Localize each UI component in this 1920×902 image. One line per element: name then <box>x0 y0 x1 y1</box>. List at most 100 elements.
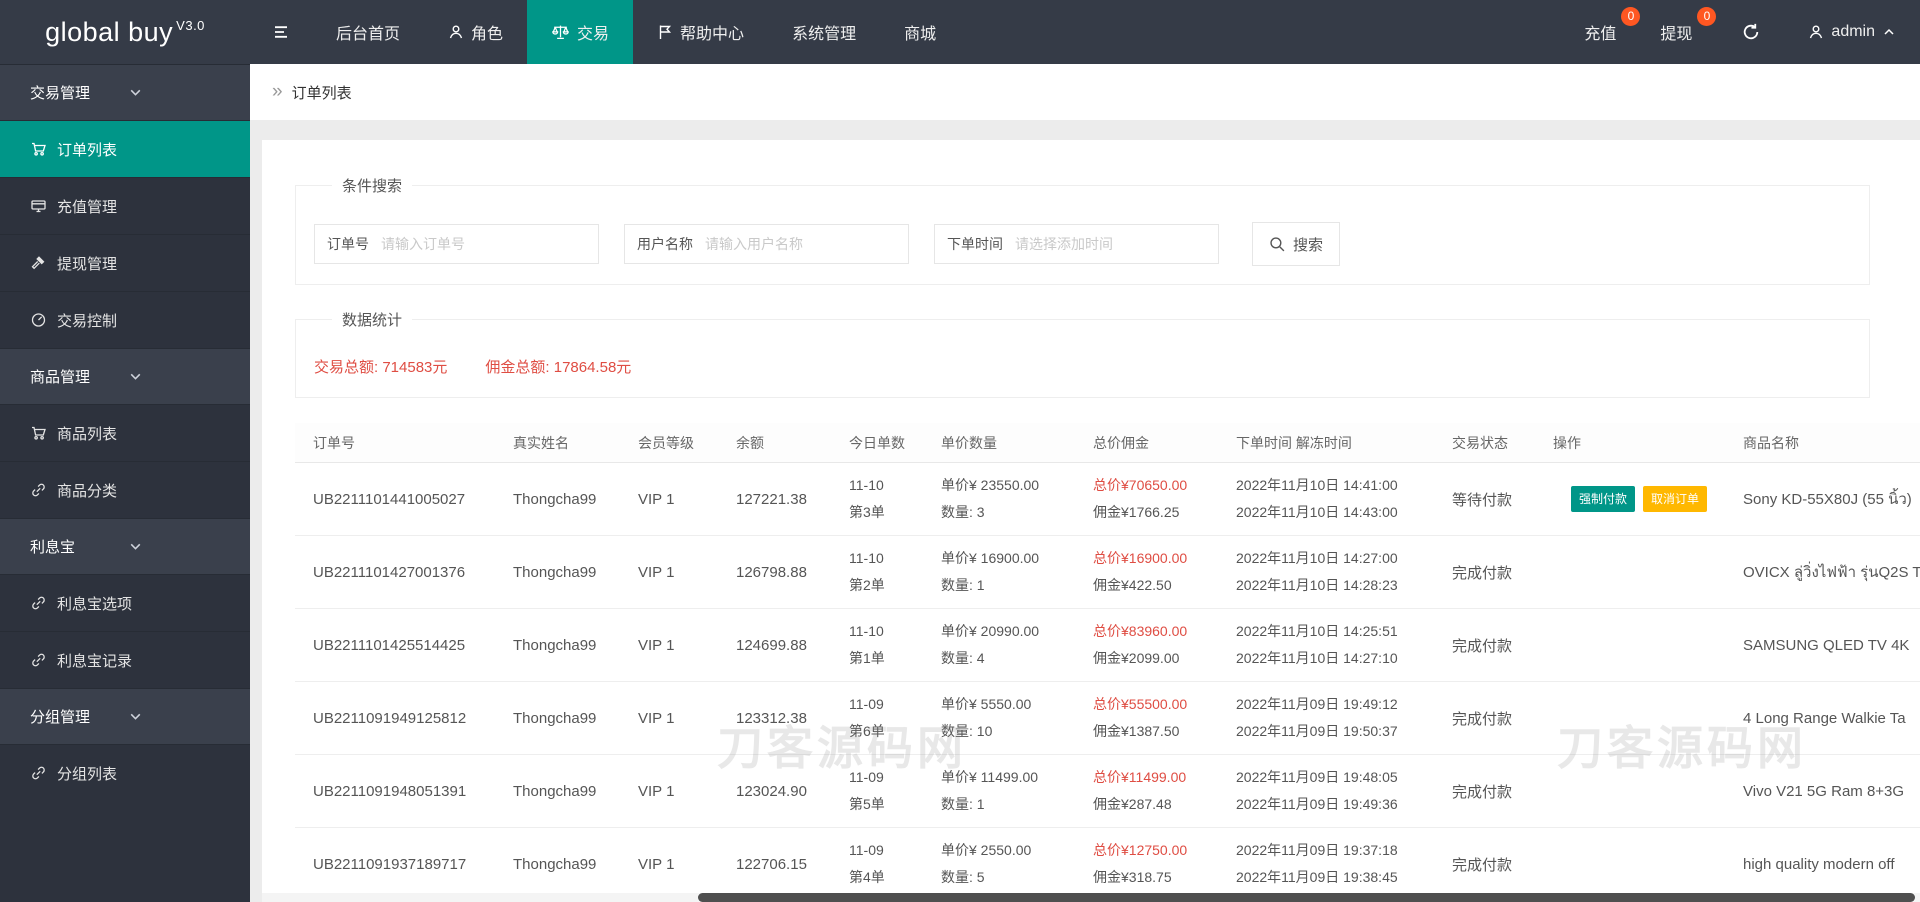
order-date: 11-09 <box>849 769 884 785</box>
user-name-input[interactable] <box>705 236 908 252</box>
total-commission-amount: 佣金总额: 17864.58元 <box>485 359 632 376</box>
chevron-up-icon <box>1882 25 1896 39</box>
sidebar-item-label: 商品列表 <box>57 425 118 443</box>
nav-item-dashboard[interactable]: 后台首页 <box>312 0 424 64</box>
sidebar-item-recharge-management[interactable]: 充值管理 <box>0 177 250 234</box>
link-icon <box>30 765 47 781</box>
order-date: 11-10 <box>849 550 884 566</box>
order-date: 11-10 <box>849 477 884 493</box>
page-title: 订单列表 <box>291 84 352 102</box>
cell-today-orders: 11-09 第4单 <box>831 828 923 900</box>
sidebar-item-label: 利息宝记录 <box>57 652 133 670</box>
cell-vip-level: VIP 1 <box>638 563 675 581</box>
brand-version: V3.0 <box>176 17 205 33</box>
sidebar-item-product-category[interactable]: 商品分类 <box>0 461 250 518</box>
sidebar-item-interest-options[interactable]: 利息宝选项 <box>0 574 250 631</box>
cancel-order-button[interactable]: 取消订单 <box>1643 486 1708 512</box>
user-name-field: 用户名称 <box>624 224 909 264</box>
nav-label: 帮助中心 <box>680 26 745 43</box>
nav-item-system-management[interactable]: 系统管理 <box>768 0 880 64</box>
order-date: 11-09 <box>849 696 884 712</box>
sidebar-item-interest-records[interactable]: 利息宝记录 <box>0 631 250 688</box>
cell-times: 2022年11月10日 14:25:51 2022年11月10日 14:27:1… <box>1218 609 1434 681</box>
gauge-icon <box>30 312 47 328</box>
group-label: 商品管理 <box>30 369 91 386</box>
day-order-index: 第3单 <box>849 504 885 520</box>
horizontal-scrollbar <box>262 893 1920 902</box>
order-time-input[interactable] <box>1015 236 1218 252</box>
withdraw-button[interactable]: 提现 0 <box>1642 0 1718 64</box>
user-menu[interactable]: admin <box>1784 0 1920 64</box>
cell-real-name: Thongcha99 <box>513 855 597 873</box>
day-order-index: 第6单 <box>849 723 885 739</box>
refresh-button[interactable] <box>1718 0 1784 64</box>
unfreeze-time: 2022年11月10日 14:27:10 <box>1236 650 1398 666</box>
order-time: 2022年11月09日 19:49:12 <box>1236 696 1398 712</box>
sidebar-group-product-management[interactable]: 商品管理 <box>0 348 250 404</box>
sidebar-item-order-list[interactable]: 订单列表 <box>0 120 250 177</box>
group-label: 利息宝 <box>30 539 76 556</box>
cart-icon <box>30 141 47 157</box>
order-time: 2022年11月10日 14:25:51 <box>1236 623 1398 639</box>
cell-balance: 122706.15 <box>736 855 807 873</box>
nav-item-help-center[interactable]: 帮助中心 <box>633 0 768 64</box>
col-balance: 余额 <box>736 434 764 451</box>
cell-balance: 124699.88 <box>736 636 807 654</box>
force-pay-button[interactable]: 强制付款 <box>1570 486 1635 512</box>
scrollbar-thumb[interactable] <box>698 893 1915 902</box>
table-row: UB2211101425514425 Thongcha99 VIP 1 1246… <box>295 609 1920 682</box>
cell-balance: 126798.88 <box>736 563 807 581</box>
row-actions: 强制付款 取消订单 <box>1535 463 1725 535</box>
nav-item-roles[interactable]: 角色 <box>424 0 527 64</box>
search-fieldset: 条件搜索 订单号 用户名称 下单时间 搜索 <box>295 175 1870 285</box>
cell-today-orders: 11-09 第6单 <box>831 682 923 754</box>
col-total-commission: 总价佣金 <box>1093 434 1149 451</box>
orders-table: 订单号 真实姓名 会员等级 余额 今日单数 单价数量 总价佣金 下单时间 解冻时… <box>295 423 1920 902</box>
sidebar-group-group-management[interactable]: 分组管理 <box>0 688 250 744</box>
group-label: 分组管理 <box>30 709 91 726</box>
cell-real-name: Thongcha99 <box>513 709 597 727</box>
brand-name: global buy <box>45 16 174 47</box>
cell-unit-price-qty: 单价¥ 2550.00 数量: 5 <box>923 828 1075 900</box>
order-time-field: 下单时间 <box>934 224 1219 264</box>
col-unit-price-qty: 单价数量 <box>941 434 997 451</box>
quantity: 数量: 1 <box>941 577 985 593</box>
cell-today-orders: 11-09 第5单 <box>831 755 923 827</box>
stats-legend: 数据统计 <box>342 312 403 329</box>
order-time: 2022年11月09日 19:48:05 <box>1236 769 1398 785</box>
nav-label: 角色 <box>471 26 504 43</box>
table-body: UB2211101441005027 Thongcha99 VIP 1 1272… <box>295 463 1920 902</box>
nav-item-trade[interactable]: 交易 <box>527 0 634 64</box>
person-icon <box>448 24 464 40</box>
row-actions <box>1535 536 1725 608</box>
search-button[interactable]: 搜索 <box>1252 222 1340 266</box>
sidebar-toggle-button[interactable] <box>250 0 312 64</box>
col-order-no: 订单号 <box>313 434 355 451</box>
chevron-down-icon <box>128 369 226 384</box>
sidebar-item-group-list[interactable]: 分组列表 <box>0 744 250 801</box>
withdraw-badge: 0 <box>1697 7 1717 26</box>
sidebar-item-label: 充值管理 <box>57 198 118 216</box>
hamburger-icon <box>272 24 290 40</box>
cell-product-name: Sony KD-55X80J (55 นิ้ว) <box>1743 491 1912 508</box>
order-date: 11-09 <box>849 842 884 858</box>
cell-vip-level: VIP 1 <box>638 490 675 508</box>
sidebar-item-label: 利息宝选项 <box>57 595 133 613</box>
recharge-badge: 0 <box>1621 7 1641 26</box>
double-chevron-icon: » <box>272 81 283 102</box>
sidebar-item-product-list[interactable]: 商品列表 <box>0 404 250 461</box>
sidebar-item-trade-control[interactable]: 交易控制 <box>0 291 250 348</box>
nav-item-mall[interactable]: 商城 <box>880 0 960 64</box>
cell-times: 2022年11月09日 19:49:12 2022年11月09日 19:50:3… <box>1218 682 1434 754</box>
cell-product-name: high quality modern off <box>1743 855 1895 873</box>
quantity: 数量: 10 <box>941 723 993 739</box>
flag-icon <box>657 24 673 40</box>
sidebar-group-trade-management[interactable]: 交易管理 <box>0 64 250 120</box>
order-no-input[interactable] <box>381 236 598 252</box>
sidebar-group-interest-treasure[interactable]: 利息宝 <box>0 518 250 574</box>
commission: 佣金¥287.48 <box>1093 796 1172 812</box>
sidebar-item-withdraw-management[interactable]: 提现管理 <box>0 234 250 291</box>
recharge-button[interactable]: 充值 0 <box>1566 0 1642 64</box>
order-time: 2022年11月09日 19:37:18 <box>1236 842 1398 858</box>
sidebar-item-label: 订单列表 <box>57 141 118 159</box>
